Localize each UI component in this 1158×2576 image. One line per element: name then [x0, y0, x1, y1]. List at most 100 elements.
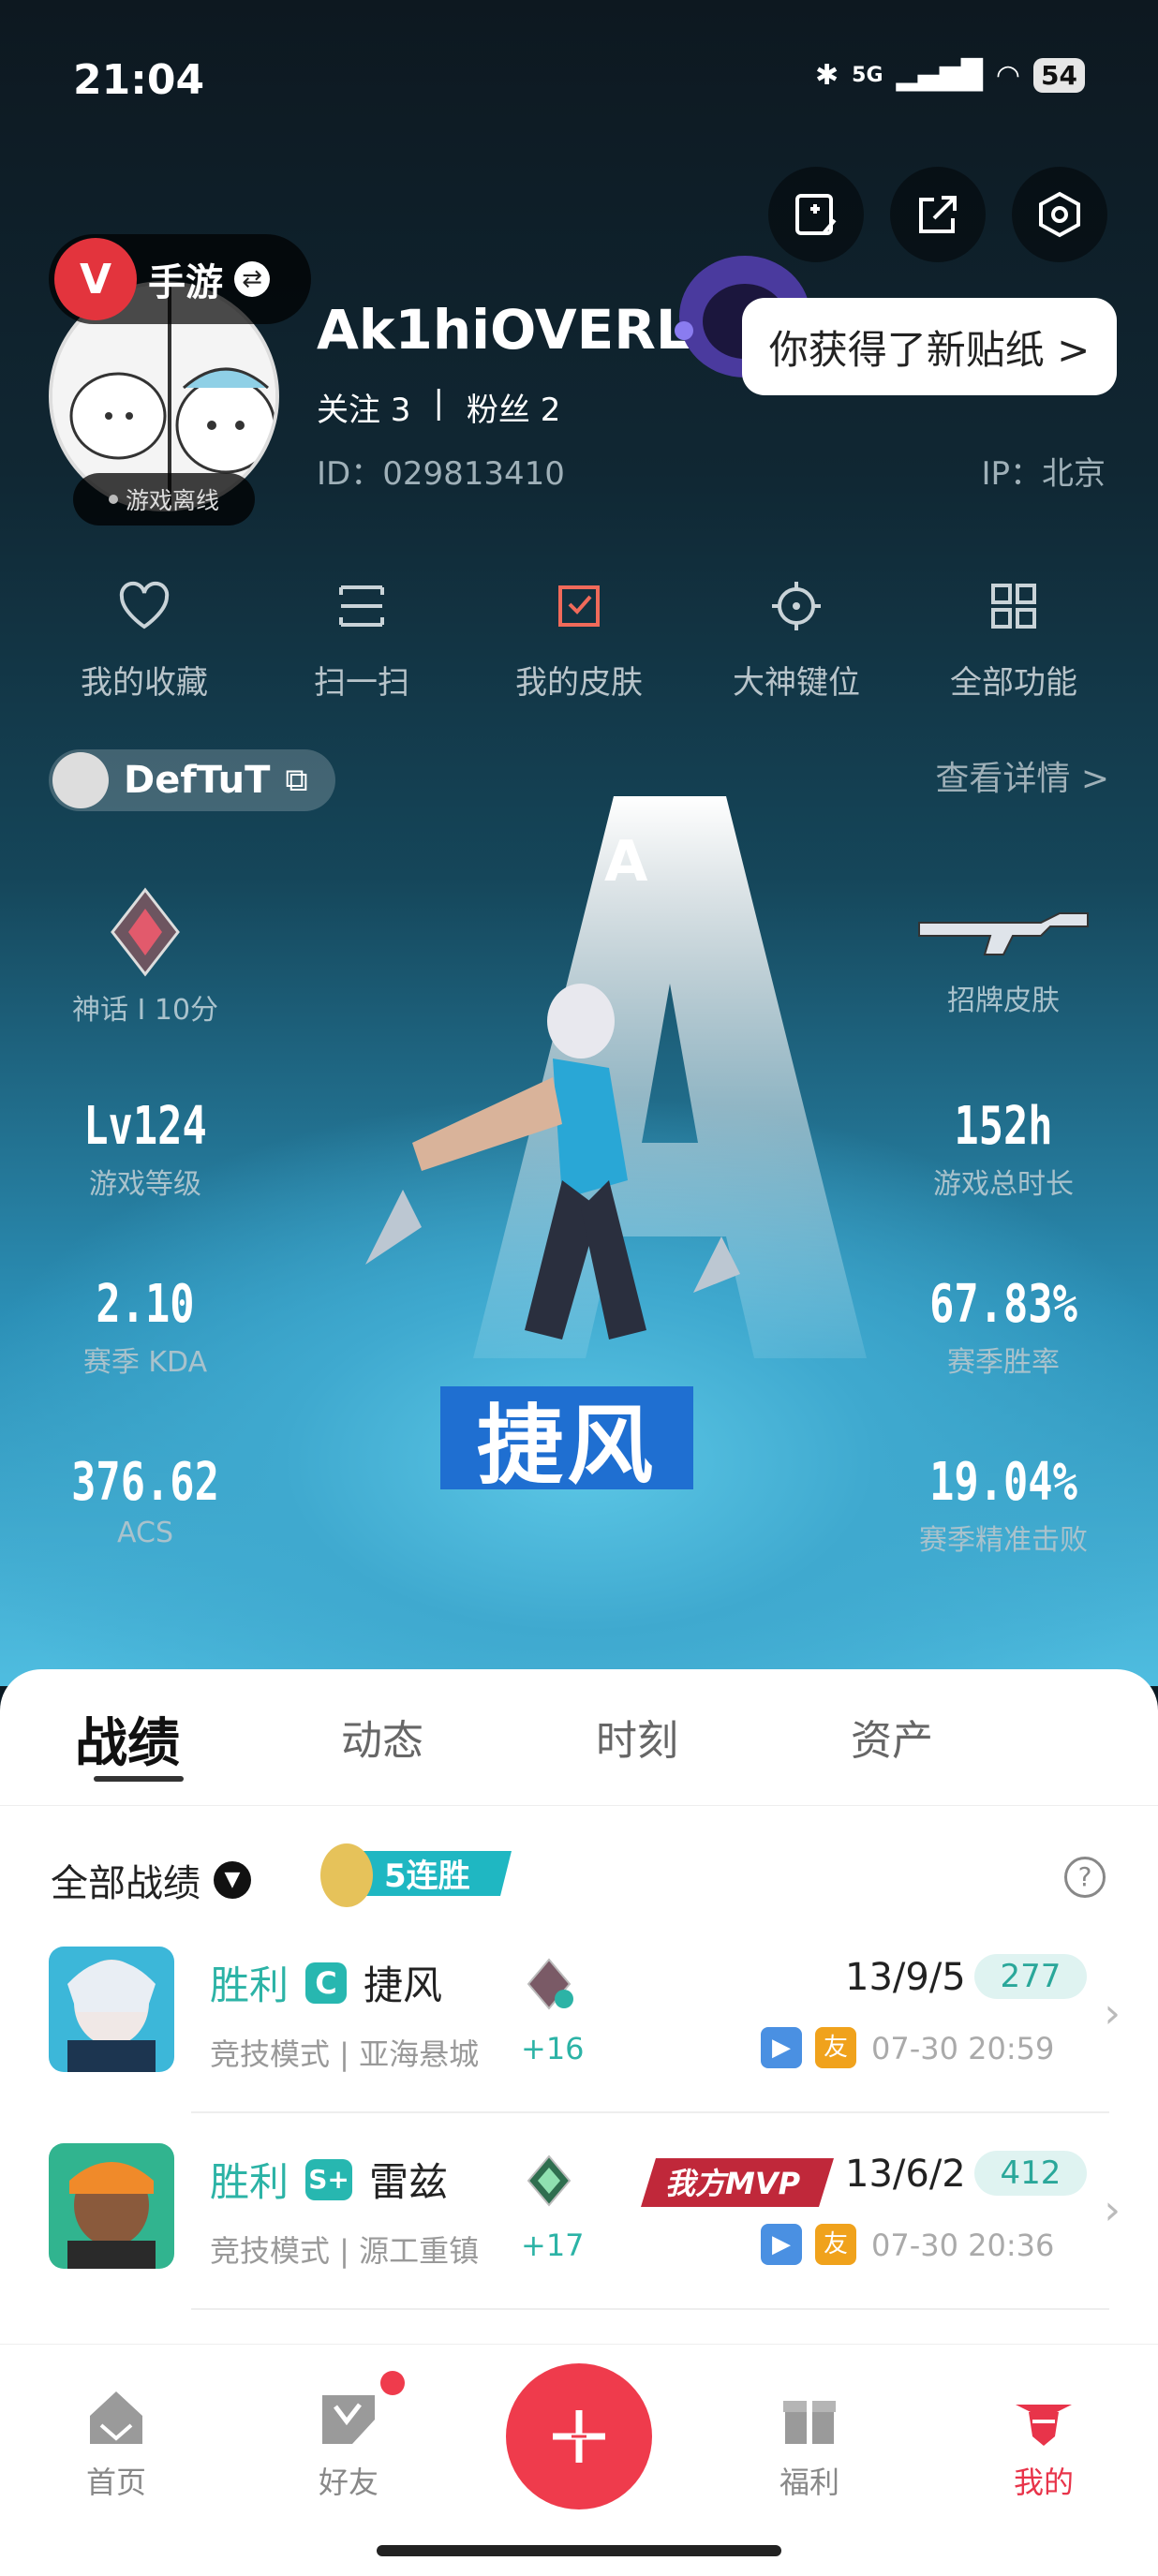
ip-location: IP：北京: [981, 455, 1106, 493]
follow-stats: 关注 3 | 粉丝 2: [317, 384, 560, 430]
chevron-down-icon: ▼: [214, 1861, 251, 1899]
wifi-icon: ◠: [995, 59, 1021, 92]
tab-assets[interactable]: 资产: [765, 1669, 1019, 1805]
sticker-edit-icon: [795, 194, 837, 235]
rifle-skin-icon: [918, 912, 1089, 955]
following-count[interactable]: 关注 3: [317, 384, 410, 430]
app-name: 手游: [148, 261, 223, 304]
tab-activity[interactable]: 动态: [255, 1669, 510, 1805]
friend-badge: 友: [815, 2224, 856, 2265]
nav-friends[interactable]: 好友: [274, 2384, 423, 2502]
rank-stat[interactable]: 神话 I 10分: [37, 885, 253, 1028]
user-id: ID：029813410: [317, 455, 565, 493]
tab-moments[interactable]: 时刻: [510, 1669, 765, 1805]
match-acs: 277: [974, 1954, 1087, 1999]
func-keymap[interactable]: 大神键位: [703, 576, 890, 703]
chevron-right-icon: ›: [1104, 1990, 1121, 2037]
mvp-badge: 我方MVP: [641, 2158, 834, 2207]
row-divider: [191, 2308, 1109, 2310]
match-grade-badge: C: [305, 1962, 348, 2004]
match-points: +16: [521, 2031, 585, 2066]
share-icon: [919, 196, 957, 233]
func-label: 大神键位: [733, 664, 860, 702]
playtime-value: 152h: [954, 1096, 1053, 1157]
create-post-button[interactable]: [506, 2363, 652, 2509]
skin-icon: [558, 585, 600, 627]
acs-value: 376.62: [71, 1452, 219, 1513]
func-label: 我的收藏: [81, 664, 208, 702]
signal-icon: ▂▄▆█: [896, 59, 983, 92]
match-agent: 雷兹: [369, 2159, 449, 2205]
match-acs: 412: [974, 2151, 1087, 2196]
func-scan[interactable]: 扫一扫: [268, 576, 455, 703]
app-logo-icon: V: [54, 238, 137, 320]
fans-count[interactable]: 粉丝 2: [467, 384, 560, 430]
mvp-text: 我方MVP: [665, 2166, 801, 2201]
match-time: 07-30 20:59: [871, 2031, 1055, 2066]
rank-label: 神话 I 10分: [71, 994, 219, 1027]
skin-label: 招牌皮肤: [947, 985, 1060, 1017]
app-switcher[interactable]: V 手游 ⇄: [49, 234, 311, 324]
heart-icon: [119, 581, 170, 629]
home-indicator[interactable]: [377, 2545, 781, 2556]
func-skins[interactable]: 我的皮肤: [485, 576, 673, 703]
notification-dot: [380, 2371, 405, 2395]
nav-home[interactable]: 首页: [41, 2384, 191, 2502]
headshot-value: 19.04%: [929, 1452, 1077, 1513]
func-favorites[interactable]: 我的收藏: [51, 576, 238, 703]
match-agent: 捷风: [364, 1962, 443, 2008]
game-avatar: [52, 752, 109, 808]
skin-stat[interactable]: 招牌皮肤: [886, 895, 1121, 1018]
match-row[interactable]: 胜利 S+ 雷兹 竞技模式 | 源工重镇 +17 我方MVP 13/6/2 41…: [0, 2143, 1158, 2340]
tab-records[interactable]: 战绩: [0, 1669, 255, 1805]
help-icon[interactable]: ?: [1064, 1857, 1106, 1898]
status-time: 21:04: [73, 56, 205, 104]
match-result: 胜利: [210, 2159, 290, 2205]
battery-indicator: 54: [1033, 58, 1085, 93]
active-tab-indicator: [94, 1776, 184, 1782]
status-text: 游戏离线: [125, 487, 219, 514]
func-label: 全部功能: [950, 664, 1077, 702]
headshot-stat: 19.04% 赛季精准击败: [886, 1452, 1121, 1558]
level-value: Lv124: [83, 1096, 207, 1157]
sticker-notice-bubble[interactable]: 你获得了新贴纸 >: [742, 298, 1117, 395]
game-account-chip[interactable]: DefTuT ⧉: [49, 749, 335, 811]
video-icon: ▶: [761, 2224, 802, 2265]
plus-icon: [553, 2410, 605, 2463]
video-icon: ▶: [761, 2027, 802, 2068]
rank-icon: [527, 1958, 573, 2010]
match-mode: 竞技模式 | 源工重镇: [210, 2233, 480, 2269]
match-kda: 13/9/5: [845, 1956, 966, 1999]
bottom-nav: 首页 好友 福利 我的: [0, 2344, 1158, 2576]
winrate-label: 赛季胜率: [947, 1346, 1060, 1379]
network-label: 5G: [852, 64, 883, 87]
match-points: +17: [521, 2228, 585, 2263]
row-divider: [191, 2111, 1109, 2113]
rank-icon: [527, 2154, 572, 2207]
record-filter[interactable]: 全部战绩 ▼: [51, 1853, 251, 1907]
func-all[interactable]: 全部功能: [920, 576, 1107, 703]
grid-icon: [991, 584, 1036, 629]
kda-stat: 2.10 赛季 KDA: [37, 1274, 253, 1380]
settings-button[interactable]: [1012, 167, 1107, 262]
rank-emblem-icon: [111, 887, 180, 977]
game-account-name: DefTuT: [124, 759, 271, 802]
nav-label: 我的: [1013, 2465, 1074, 2500]
agent-portrait: [365, 984, 740, 1340]
record-tabs: 战绩 动态 时刻 资产: [0, 1669, 1158, 1806]
share-button[interactable]: [890, 167, 986, 262]
playtime-label: 游戏总时长: [933, 1168, 1074, 1201]
status-icons: ✱ 5G ▂▄▆█ ◠ 54: [815, 58, 1085, 93]
nav-profile[interactable]: 我的: [969, 2384, 1119, 2502]
friend-badge: 友: [815, 2027, 856, 2068]
copy-icon[interactable]: ⧉: [285, 762, 307, 799]
func-label: 扫一扫: [314, 664, 409, 702]
nav-label: 好友: [318, 2465, 379, 2500]
nav-label: 首页: [85, 2465, 146, 2500]
match-time: 07-30 20:36: [871, 2228, 1055, 2263]
match-kda: 13/6/2: [845, 2153, 966, 2196]
match-row[interactable]: 胜利 C 捷风 竞技模式 | 亚海悬城 +16 13/9/5 277 ▶ 友 0…: [0, 1947, 1158, 2143]
view-details-link[interactable]: 查看详情 >: [935, 751, 1109, 800]
nav-rewards[interactable]: 福利: [735, 2384, 884, 2502]
agent-avatar: [49, 2143, 174, 2269]
